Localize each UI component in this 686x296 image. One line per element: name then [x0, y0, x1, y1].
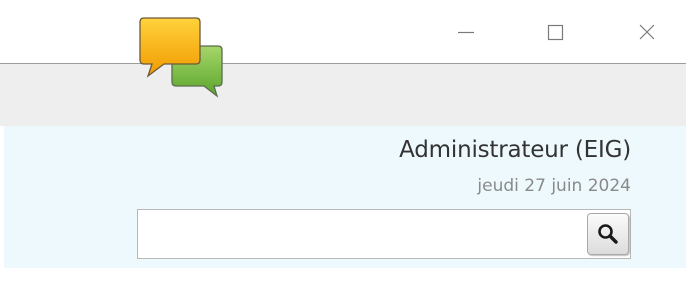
search-icon [598, 224, 618, 244]
app-window: Administrateur (EIG) jeudi 27 juin 2024 [0, 0, 686, 296]
search-input[interactable] [138, 210, 582, 258]
search-button[interactable] [587, 213, 629, 255]
user-name: Administrateur (EIG) [399, 137, 631, 163]
title-bar[interactable] [0, 0, 686, 64]
minimize-icon [458, 31, 474, 34]
toolbar-band [0, 64, 686, 126]
maximize-icon [547, 24, 564, 41]
current-date: jeudi 27 juin 2024 [477, 176, 631, 196]
close-button[interactable] [629, 14, 665, 50]
minimize-button[interactable] [448, 14, 484, 50]
chat-bubbles-logo [138, 14, 228, 100]
search-box [137, 209, 631, 259]
close-icon [639, 24, 655, 40]
maximize-button[interactable] [537, 14, 573, 50]
